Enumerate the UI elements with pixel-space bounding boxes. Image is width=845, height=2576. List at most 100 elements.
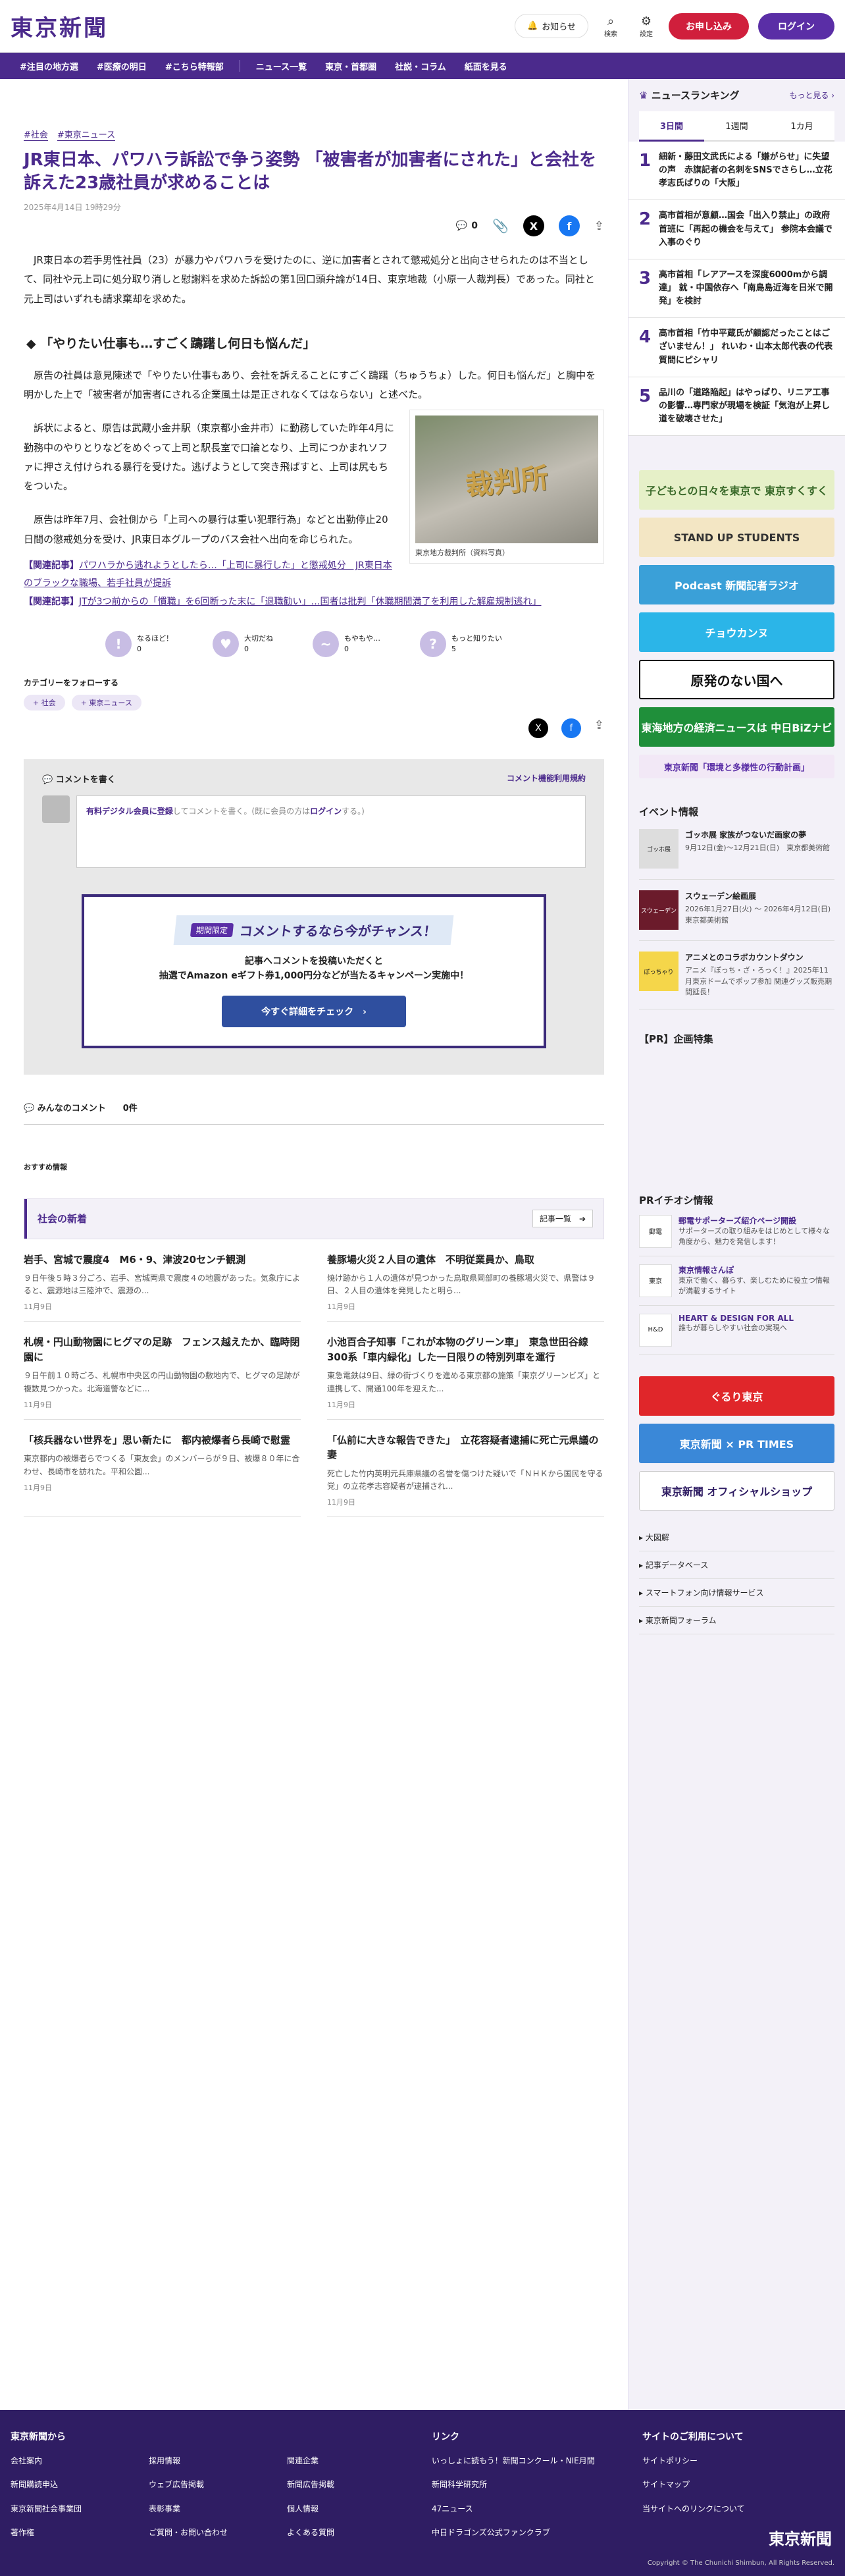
tab-1month[interactable]: 1カ月 bbox=[769, 111, 834, 142]
footer-link[interactable]: サイトポリシー bbox=[642, 2456, 745, 2465]
nav-item-local-election[interactable]: #注目の地方選 bbox=[11, 60, 88, 72]
news-item[interactable]: 小池百合子知事「これが本物のグリーン車」 東急世田谷線300系「車内緑化」した一… bbox=[327, 1322, 604, 1420]
news-item[interactable]: 養豚場火災２人目の遺体 不明従業員か、鳥取 焼け跡から１人の遺体が見つかった鳥取県… bbox=[327, 1239, 604, 1322]
settings-button[interactable]: ⚙ 設定 bbox=[633, 14, 659, 38]
banner-podcast[interactable]: Podcast 新聞記者ラジオ bbox=[639, 565, 834, 605]
ranking-more-link[interactable]: もっと見る › bbox=[789, 90, 834, 101]
campaign-detail-button[interactable]: 今すぐ詳細をチェック › bbox=[222, 995, 406, 1027]
login-button[interactable]: ログイン bbox=[758, 13, 834, 40]
event-item[interactable]: ぽっちゃり アニメとのコラボカウントダウン アニメ『ぽっち・ざ・ろっく！』2025年… bbox=[639, 941, 834, 1009]
footer-link[interactable]: 会社案内 bbox=[11, 2456, 149, 2465]
banner-prtimes[interactable]: 東京新聞 × PR TIMES bbox=[639, 1423, 834, 1463]
facebook-share-icon[interactable]: f bbox=[558, 215, 580, 237]
footer-link[interactable]: 表彰事業 bbox=[149, 2504, 287, 2513]
ranking-item[interactable]: 5 品川の「道路陥起」はやっぱり、リニア工事の影響…専門家が現場を検証「気泡が上昇… bbox=[628, 377, 845, 437]
comment-write-title: 💬 コメントを書く bbox=[42, 774, 116, 785]
nav-item-paper[interactable]: 紙面を見る bbox=[455, 60, 517, 72]
comment-count-button[interactable]: 💬 0 bbox=[456, 221, 478, 231]
clip-icon[interactable]: 📎 bbox=[492, 218, 509, 234]
banner-choukannu[interactable]: チョウカンヌ bbox=[639, 612, 834, 653]
ranking-tabs: 3日間 1週間 1カ月 bbox=[639, 111, 834, 142]
ranking-item[interactable]: 4 高市首相「竹中平蔵氏が顧認だったことはございません！」 れいわ・山本太郎代表の… bbox=[628, 318, 845, 377]
footer-link[interactable]: ご質問・お問い合わせ bbox=[149, 2528, 287, 2537]
tag-tokyo-news[interactable]: #東京ニュース bbox=[57, 128, 116, 141]
footer-link[interactable]: 中日ドラゴンズ公式ファンクラブ bbox=[432, 2528, 642, 2537]
banner-genpatsu[interactable]: 原発のない国へ bbox=[639, 660, 834, 700]
social-news-more[interactable]: 記事一覧 ➔ bbox=[532, 1210, 593, 1228]
share-icon[interactable]: ⇪ bbox=[594, 219, 604, 233]
article-paragraph: 原告の社員は意見陳述で「やりたい仕事もあり、会社を訴えることにすごく躊躇（ちゅう… bbox=[24, 369, 596, 401]
footer-link[interactable]: サイトマップ bbox=[642, 2480, 745, 2489]
footer-link[interactable]: 東京新聞社会事業団 bbox=[11, 2504, 149, 2513]
notice-button[interactable]: 🔔 お知らせ bbox=[515, 14, 588, 38]
reaction-motto[interactable]: ? もっと知りたい 5 bbox=[420, 630, 502, 657]
banner-bizavi[interactable]: 東海地方の経済ニュースは 中日BiZナビ bbox=[639, 707, 834, 747]
news-item[interactable]: 「核兵器ない世界を」思い新たに 都内被爆者ら長崎で慰霊 東京都内の被爆者らでつくる… bbox=[24, 1420, 301, 1518]
register-link[interactable]: 有料デジタル会員に登録 bbox=[86, 807, 173, 816]
news-item[interactable]: 岩手、宮城で震度4 M6・9、津波20センチ観測 ９日午後５時３分ごろ、岩手、宮城… bbox=[24, 1239, 301, 1322]
related-link-2[interactable]: JTが3つ前からの「慣職」を6回断った末に「退職勧い」…国者は批判「休職期間満了… bbox=[79, 597, 542, 607]
event-item[interactable]: ゴッホ展 ゴッホ展 家族がつないだ画家の夢 9月12日(金)〜12月21日(日) 東… bbox=[639, 818, 834, 880]
related-link-1[interactable]: パワハラから逃れようとしたら…「上司に暴行した」と懲戒処分 JR東日本のブラック… bbox=[24, 560, 392, 589]
rank-number: 3 bbox=[639, 268, 652, 288]
nav-item-tokyo[interactable]: 東京・首都圏 bbox=[316, 60, 386, 72]
tab-1week[interactable]: 1週間 bbox=[704, 111, 769, 142]
court-photo[interactable]: 裁判所 bbox=[415, 416, 598, 544]
news-item[interactable]: 札幌・円山動物園にヒグマの足跡 フェンス越えたか、臨時閉園に ９日午前１０時ごろ、… bbox=[24, 1322, 301, 1420]
pr-item[interactable]: 郵電 郵電サポーターズ紹介ページ開設 サポーターズの取り組みをはじめとして様々な角度… bbox=[639, 1207, 834, 1256]
follow-chip-tokyo[interactable]: + 東京ニュース bbox=[71, 694, 141, 711]
pr-item[interactable]: H&D HEART & DESIGN FOR ALL 誰もが暮らしやすい社会の実現へ bbox=[639, 1306, 834, 1355]
footer-link[interactable]: 新聞科学研究所 bbox=[432, 2480, 642, 2489]
footer-logo[interactable]: 東京新聞 bbox=[769, 2526, 832, 2549]
nav-item-editorial[interactable]: 社説・コラム bbox=[386, 60, 455, 72]
tag-social[interactable]: #社会 bbox=[24, 128, 48, 141]
news-item[interactable]: 「仏前に大きな報告できた」 立花容疑者逮捕に死亡元県議の妻 死亡した竹内英明元兵庫… bbox=[327, 1420, 604, 1518]
ranking-item[interactable]: 1 細新・藤田文武氏による「嫌がらせ」に失望の声 赤旗記者の名刺をSNSでさらし…… bbox=[628, 142, 845, 201]
footer-link[interactable]: いっしょに読もう！新聞コンクール・NIE月間 bbox=[432, 2456, 642, 2465]
banner-sukusuku[interactable]: 子どもとの日々を東京で 東京すくすく bbox=[639, 470, 834, 510]
x-share-icon[interactable]: X bbox=[523, 215, 544, 237]
footer-link[interactable]: 新聞購読申込 bbox=[11, 2480, 149, 2489]
banner-shop[interactable]: 東京新聞 オフィシャルショップ bbox=[639, 1470, 834, 1511]
tab-3days[interactable]: 3日間 bbox=[639, 111, 704, 142]
comment-textarea[interactable]: 有料デジタル会員に登録してコメントを書く。(既に会員の方はログインする。) bbox=[76, 795, 586, 868]
ranking-item[interactable]: 3 高市首相「レアアースを深度6000mから調達」 就・中国依存へ「南鳥島近海を日… bbox=[628, 259, 845, 319]
footer-link[interactable]: 47ニュース bbox=[432, 2504, 642, 2513]
footer-link[interactable]: 著作権 bbox=[11, 2528, 149, 2537]
footer-link[interactable]: 関連企業 bbox=[287, 2456, 425, 2465]
event-name: アニメとのコラボカウントダウン bbox=[685, 953, 804, 963]
site-logo[interactable]: 東京新聞 bbox=[11, 10, 108, 42]
facebook-share-icon[interactable]: f bbox=[561, 718, 581, 738]
side-link[interactable]: ▸ スマートフォン向け情報サービス bbox=[639, 1579, 834, 1607]
banner-stand-up[interactable]: STAND UP STUDENTS bbox=[639, 518, 834, 558]
reaction-naruhodo[interactable]: ! なるほど！ 0 bbox=[105, 630, 173, 657]
footer-link[interactable]: 個人情報 bbox=[287, 2504, 425, 2513]
article-paragraph: JR東日本の若手男性社員（23）が暴力やパワハラを受けたのに、逆に加害者とされて… bbox=[24, 254, 595, 305]
nav-item-tokuho[interactable]: #こちら特報部 bbox=[156, 60, 233, 72]
follow-chip-social[interactable]: + 社会 bbox=[24, 694, 65, 711]
banner-gururi[interactable]: ぐるり東京 bbox=[639, 1376, 834, 1416]
apply-button[interactable]: お申し込み bbox=[669, 13, 749, 40]
x-share-icon[interactable]: X bbox=[528, 718, 548, 738]
share-icon[interactable]: ⇪ bbox=[594, 718, 604, 738]
nav-item-medical[interactable]: #医療の明日 bbox=[88, 60, 156, 72]
banner-action-plan[interactable]: 東京新聞「環境と多様性の行動計画」 bbox=[639, 755, 834, 779]
comment-rules-link[interactable]: コメント機能利用規約 bbox=[507, 772, 586, 785]
pr-item[interactable]: 東京 東京情報さんぽ 東京で働く、暮らす、楽しむために役立つ情報が満載するサイト bbox=[639, 1256, 834, 1306]
footer-link[interactable]: 当サイトへのリンクについて bbox=[642, 2504, 745, 2513]
event-item[interactable]: スウェーデン スウェーデン絵画展 2026年1月27日(火) 〜 2026年4月12… bbox=[639, 880, 838, 942]
search-button[interactable]: ⌕ 検索 bbox=[598, 14, 624, 38]
reaction-moyamoya[interactable]: ~ もやもや… 0 bbox=[313, 630, 380, 657]
footer-link[interactable]: 採用情報 bbox=[149, 2456, 287, 2465]
reaction-taisetsu[interactable]: ♥ 大切だね 0 bbox=[213, 630, 273, 657]
side-link[interactable]: ▸ 東京新聞フォーラム bbox=[639, 1607, 834, 1634]
nav-item-news-list[interactable]: ニュース一覧 bbox=[247, 60, 316, 72]
footer-link[interactable]: 新聞広告掲載 bbox=[287, 2480, 425, 2489]
news-title: 札幌・円山動物園にヒグマの足跡 フェンス越えたか、臨時閉園に bbox=[24, 1336, 300, 1363]
ranking-item[interactable]: 2 高市首相が意顧…国会「出入り禁止」の政府首班に「再起の機会を与えて」 参院本会… bbox=[628, 200, 845, 259]
login-link[interactable]: ログイン bbox=[310, 807, 342, 816]
footer-link[interactable]: ウェブ広告掲載 bbox=[149, 2480, 287, 2489]
footer-link[interactable]: よくある質問 bbox=[287, 2528, 425, 2537]
side-link[interactable]: ▸ 記事データベース bbox=[639, 1551, 834, 1579]
side-link[interactable]: ▸ 大図解 bbox=[639, 1524, 834, 1551]
